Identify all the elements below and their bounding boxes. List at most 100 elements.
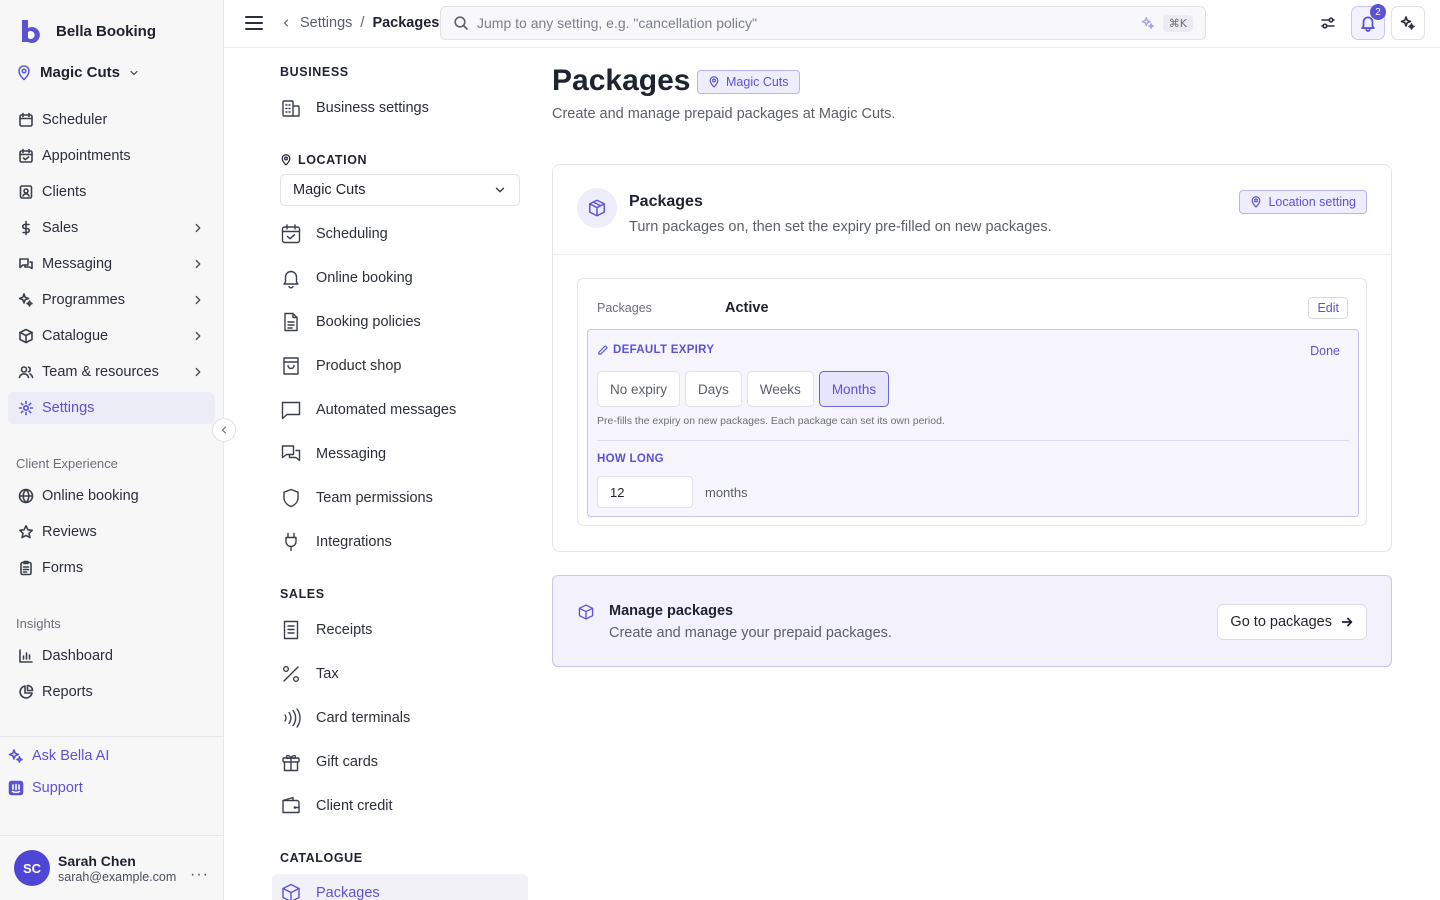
page-subtitle: Create and manage prepaid packages at Ma…: [552, 106, 896, 122]
notifications-button[interactable]: 2: [1351, 4, 1386, 40]
how-long-unit: months: [705, 485, 748, 500]
clipboard-icon: [20, 560, 32, 576]
settings-item-messaging[interactable]: Messaging: [280, 442, 386, 466]
settings-item-receipts[interactable]: Receipts: [280, 618, 372, 642]
pencil-icon: [598, 345, 608, 355]
expiry-option-days[interactable]: Days: [685, 371, 742, 407]
settings-item-booking-policies[interactable]: Booking policies: [280, 310, 421, 334]
expiry-option-months[interactable]: Months: [818, 371, 890, 407]
sidebar-item-dashboard[interactable]: Dashboard: [8, 640, 215, 672]
brand[interactable]: Bella Booking: [20, 18, 156, 44]
main-nav: Scheduler Appointments Clients Sales Mes…: [8, 104, 215, 428]
chevron-left-icon: [221, 426, 227, 434]
bell-icon: [283, 270, 299, 289]
settings-item-business-settings[interactable]: Business settings: [280, 96, 429, 120]
settings-item-label: Integrations: [316, 534, 392, 550]
sidebar-item-label: Settings: [42, 400, 95, 416]
box-icon: [19, 328, 33, 344]
chevron-down-icon: [130, 70, 138, 75]
user-profile[interactable]: SC Sarah Chen sarah@example.com: [14, 850, 176, 886]
sidebar-item-catalogue[interactable]: Catalogue: [8, 320, 215, 352]
location-switcher[interactable]: Magic Cuts: [16, 64, 140, 81]
sidebar-item-label: Catalogue: [42, 328, 109, 344]
expiry-option-no-expiry[interactable]: No expiry: [597, 371, 681, 407]
expiry-options: No expiry Days Weeks Months: [597, 371, 890, 407]
ai-assistant-button[interactable]: [1391, 6, 1425, 40]
arrow-right-icon: [1341, 617, 1353, 627]
sidebar-item-label: Clients: [42, 184, 87, 200]
settings-item-scheduling[interactable]: Scheduling: [280, 222, 388, 246]
contact-icon: [19, 185, 33, 199]
ask-ai-label: Ask Bella AI: [32, 748, 110, 764]
package-icon: [577, 188, 617, 228]
location-chip: Magic Cuts: [697, 70, 800, 94]
packages-row-label: Packages: [597, 301, 652, 315]
settings-item-team-permissions[interactable]: Team permissions: [280, 486, 433, 510]
sidebar-item-appointments[interactable]: Appointments: [8, 140, 215, 172]
settings-item-automated-messages[interactable]: Automated messages: [280, 398, 456, 422]
building-icon: [282, 100, 300, 117]
settings-item-tax[interactable]: Tax: [280, 662, 339, 686]
menu-icon[interactable]: [244, 13, 264, 33]
search-input[interactable]: [477, 15, 1133, 31]
breadcrumb-settings[interactable]: Settings: [300, 15, 352, 31]
how-long-input[interactable]: [597, 476, 693, 508]
breadcrumb: Settings / Packages: [280, 15, 439, 31]
sidebar-item-label: Online booking: [42, 488, 139, 504]
sliders-icon: [1321, 17, 1335, 29]
done-button[interactable]: Done: [1310, 344, 1340, 358]
sidebar-item-forms[interactable]: Forms: [8, 552, 215, 584]
settings-item-card-terminals[interactable]: Card terminals: [280, 706, 410, 730]
wallet-icon: [282, 796, 300, 814]
support-label: Support: [32, 780, 83, 796]
more-options-icon[interactable]: ···: [190, 866, 209, 884]
sidebar-item-scheduler[interactable]: Scheduler: [8, 104, 215, 136]
ask-ai-link[interactable]: Ask Bella AI: [8, 748, 109, 764]
breadcrumb-current: Packages: [372, 15, 440, 31]
sidebar-item-reports[interactable]: Reports: [8, 676, 215, 708]
support-link[interactable]: Support: [8, 780, 83, 796]
sidebar-item-team-resources[interactable]: Team & resources: [8, 356, 215, 388]
settings-section-sales: SALES: [280, 587, 325, 601]
receipt-icon: [283, 620, 299, 640]
collapse-sidebar-button[interactable]: [212, 418, 236, 442]
location-switcher-label: Magic Cuts: [40, 64, 121, 81]
calendar-icon: [19, 112, 33, 127]
sidebar-item-online-booking[interactable]: Online booking: [8, 480, 215, 512]
sidebar-item-label: Programmes: [42, 292, 125, 308]
location-select-value: Magic Cuts: [293, 182, 366, 198]
settings-item-online-booking[interactable]: Online booking: [280, 266, 413, 290]
nav-group-label: Client Experience: [16, 456, 118, 471]
settings-item-packages[interactable]: Packages: [272, 874, 528, 900]
settings-item-label: Online booking: [316, 270, 413, 286]
sidebar-item-label: Dashboard: [42, 648, 113, 664]
sidebar-item-settings[interactable]: Settings: [8, 392, 215, 424]
go-to-packages-button[interactable]: Go to packages: [1217, 604, 1367, 640]
packages-setting-panel: Packages Active Edit DEFAULT EXPIRY Done…: [577, 278, 1367, 526]
expiry-option-weeks[interactable]: Weeks: [746, 371, 814, 407]
card-description: Turn packages on, then set the expiry pr…: [629, 219, 1052, 235]
settings-item-label: Receipts: [316, 622, 373, 638]
settings-item-client-credit[interactable]: Client credit: [280, 794, 393, 818]
sidebar-item-programmes[interactable]: Programmes: [8, 284, 215, 316]
settings-item-product-shop[interactable]: Product shop: [280, 354, 401, 378]
settings-item-integrations[interactable]: Integrations: [280, 530, 392, 554]
filters-button[interactable]: [1311, 6, 1345, 40]
globe-icon: [18, 488, 34, 504]
sidebar-item-messaging[interactable]: Messaging: [8, 248, 215, 280]
settings-item-label: Tax: [316, 666, 339, 682]
settings-search[interactable]: ⌘K: [440, 6, 1206, 40]
user-email: sarah@example.com: [58, 869, 177, 884]
app-sidebar: Bella Booking Magic Cuts Scheduler Appoi…: [0, 0, 236, 900]
location-select[interactable]: Magic Cuts: [280, 174, 520, 206]
sidebar-item-reviews[interactable]: Reviews: [8, 516, 215, 548]
location-setting-chip: Location setting: [1239, 190, 1367, 214]
notification-count-badge: 2: [1370, 4, 1386, 20]
sidebar-item-clients[interactable]: Clients: [8, 176, 215, 208]
settings-item-gift-cards[interactable]: Gift cards: [280, 750, 378, 774]
edit-button[interactable]: Edit: [1308, 297, 1348, 319]
support-icon: [8, 780, 24, 796]
avatar: SC: [14, 850, 50, 886]
location-chip-label: Magic Cuts: [726, 75, 789, 89]
sidebar-item-sales[interactable]: Sales: [8, 212, 215, 244]
